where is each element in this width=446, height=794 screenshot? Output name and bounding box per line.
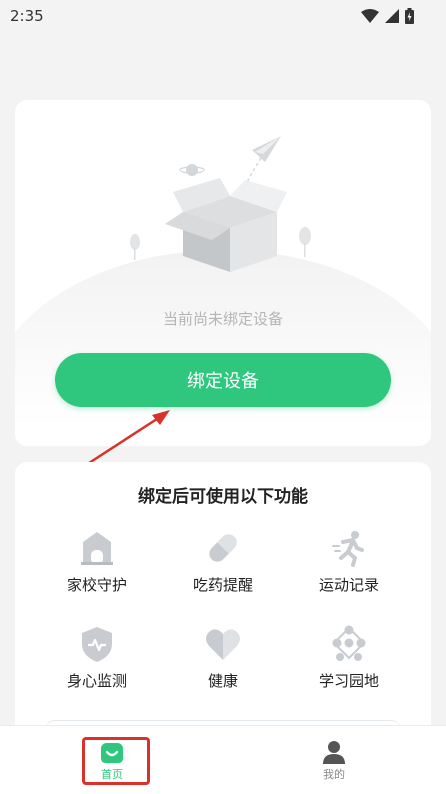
feature-learning-garden[interactable]: 学习园地 (289, 624, 409, 691)
learning-icon (332, 625, 366, 661)
status-bar: 2:35 (0, 0, 446, 32)
annotation-highlight-box (82, 737, 150, 785)
app-bar (0, 32, 446, 86)
pill-icon (209, 534, 237, 562)
empty-device-text: 当前尚未绑定设备 (162, 310, 283, 328)
wifi-icon (361, 9, 379, 23)
feature-label: 家校守护 (66, 576, 127, 594)
feature-health[interactable]: 健康 (163, 624, 283, 691)
annotation-arrow (85, 410, 170, 467)
feature-label: 健康 (207, 672, 238, 690)
nav-mine[interactable]: 我的 (294, 734, 374, 782)
status-icons (361, 8, 414, 24)
feature-school-guard[interactable]: 家校守护 (37, 528, 157, 595)
bottom-nav: 首页 我的 (0, 725, 446, 794)
feature-label: 身心监测 (66, 672, 127, 690)
feature-mind-body-monitor[interactable]: 身心监测 (37, 624, 157, 691)
school-icon (81, 532, 113, 565)
heart-icon (206, 629, 240, 660)
features-card: 绑定后可使用以下功能 家校守护 吃药提醒 运动记录 身心监测 健康 学习园地 (15, 462, 431, 742)
user-icon (323, 741, 345, 764)
features-title: 绑定后可使用以下功能 (138, 487, 308, 507)
feature-medicine-reminder[interactable]: 吃药提醒 (163, 528, 283, 595)
feature-label: 学习园地 (318, 672, 379, 690)
feature-exercise-record[interactable]: 运动记录 (289, 528, 409, 595)
status-time: 2:35 (10, 7, 44, 25)
nav-mine-label: 我的 (323, 768, 345, 781)
battery-icon (405, 8, 414, 24)
shield-pulse-icon (82, 627, 112, 662)
cell-signal-icon (385, 9, 399, 23)
running-icon (332, 531, 364, 567)
feature-label: 运动记录 (318, 576, 379, 594)
device-card: 当前尚未绑定设备 绑定设备 (15, 100, 431, 446)
bind-device-button[interactable]: 绑定设备 (55, 353, 391, 407)
feature-label: 吃药提醒 (192, 576, 253, 594)
